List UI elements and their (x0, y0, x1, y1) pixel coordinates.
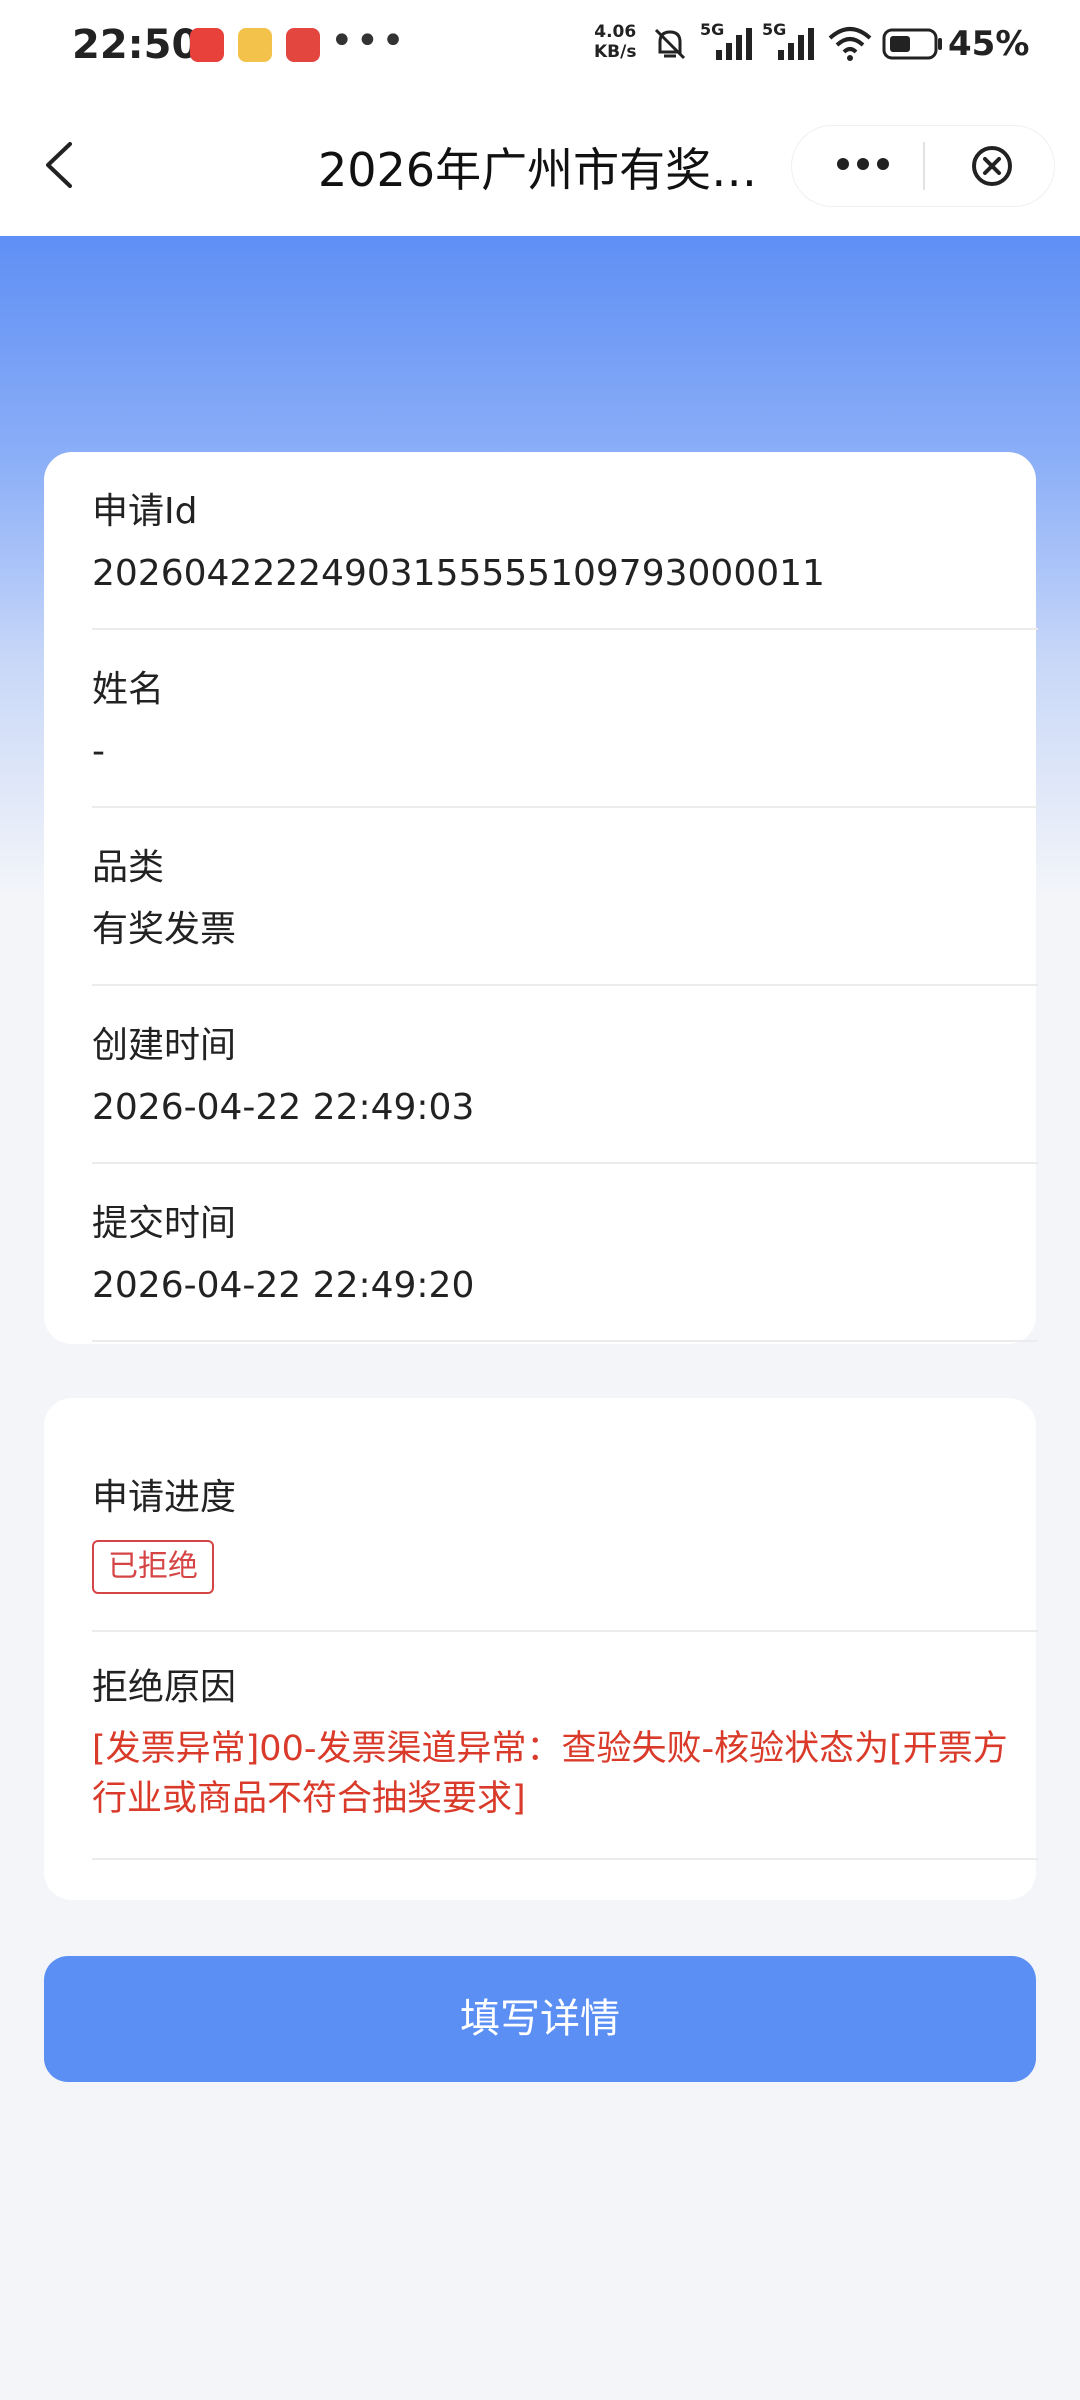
app-notification-icon-yellow (238, 28, 272, 62)
more-notifications-icon: ••• (330, 18, 407, 64)
created-time-label: 创建时间 (92, 1025, 237, 1066)
signal-bars-icon (778, 28, 814, 60)
back-arrow-icon[interactable] (40, 138, 80, 192)
status-time: 22:50 (72, 22, 200, 68)
battery-percent: 45% (948, 24, 1030, 64)
page-title: 2026年广州市有奖… (318, 143, 758, 197)
close-circle-icon[interactable] (970, 144, 1014, 188)
network-speed: 4.06 KB/s (594, 22, 637, 62)
progress-label: 申请进度 (92, 1477, 237, 1518)
signal-bars-icon (716, 28, 752, 60)
nav-bar: 2026年广州市有奖… (0, 92, 1080, 236)
apply-id-label: 申请Id (92, 491, 198, 532)
created-time-field: 创建时间 2026-04-22 22:49:03 (92, 1024, 1038, 1130)
signal-2: 5G (762, 20, 822, 64)
app-notification-icon-red-2 (286, 28, 320, 62)
category-field: 品类 有奖发票 (92, 846, 1038, 952)
reject-reason-label: 拒绝原因 (92, 1667, 237, 1708)
status-badge: 已拒绝 (92, 1540, 214, 1594)
apply-id-field: 申请Id 20260422224903155555109793000011 (92, 490, 1038, 596)
application-details-card: 申请Id 20260422224903155555109793000011 姓名… (44, 452, 1038, 1344)
mute-bell-icon (654, 28, 686, 60)
signal-1: 5G (700, 20, 760, 64)
battery-icon (882, 28, 942, 60)
more-options-icon[interactable] (828, 144, 898, 184)
created-time-value: 2026-04-22 22:49:03 (92, 1087, 475, 1128)
name-label: 姓名 (92, 669, 165, 710)
category-value: 有奖发票 (92, 909, 237, 950)
wifi-icon (828, 27, 872, 61)
miniprogram-capsule (792, 126, 1054, 206)
status-bar: 22:50 ••• 4.06 KB/s 5G 5G 45% (0, 0, 1080, 92)
fill-details-button[interactable]: 填写详情 (44, 1956, 1036, 2082)
app-notification-icon-red (190, 28, 224, 62)
submitted-time-field: 提交时间 2026-04-22 22:49:20 (92, 1202, 1038, 1308)
application-progress-card: 申请进度 已拒绝 拒绝原因 [发票异常]00-发票渠道异常：查验失败-核验状态为… (44, 1398, 1038, 1900)
category-label: 品类 (92, 847, 165, 888)
name-value: - (92, 731, 105, 772)
reject-reason-text: [发票异常]00-发票渠道异常：查验失败-核验状态为[开票方行业或商品不符合抽奖… (92, 1729, 1008, 1819)
submitted-time-value: 2026-04-22 22:49:20 (92, 1265, 475, 1306)
apply-id-value: 20260422224903155555109793000011 (92, 553, 825, 594)
reject-reason-field: 拒绝原因 [发票异常]00-发票渠道异常：查验失败-核验状态为[开票方行业或商品… (92, 1666, 1038, 1824)
name-field: 姓名 - (92, 668, 1038, 774)
submitted-time-label: 提交时间 (92, 1203, 237, 1244)
capsule-divider (923, 142, 925, 190)
progress-field: 申请进度 已拒绝 (92, 1476, 1038, 1594)
